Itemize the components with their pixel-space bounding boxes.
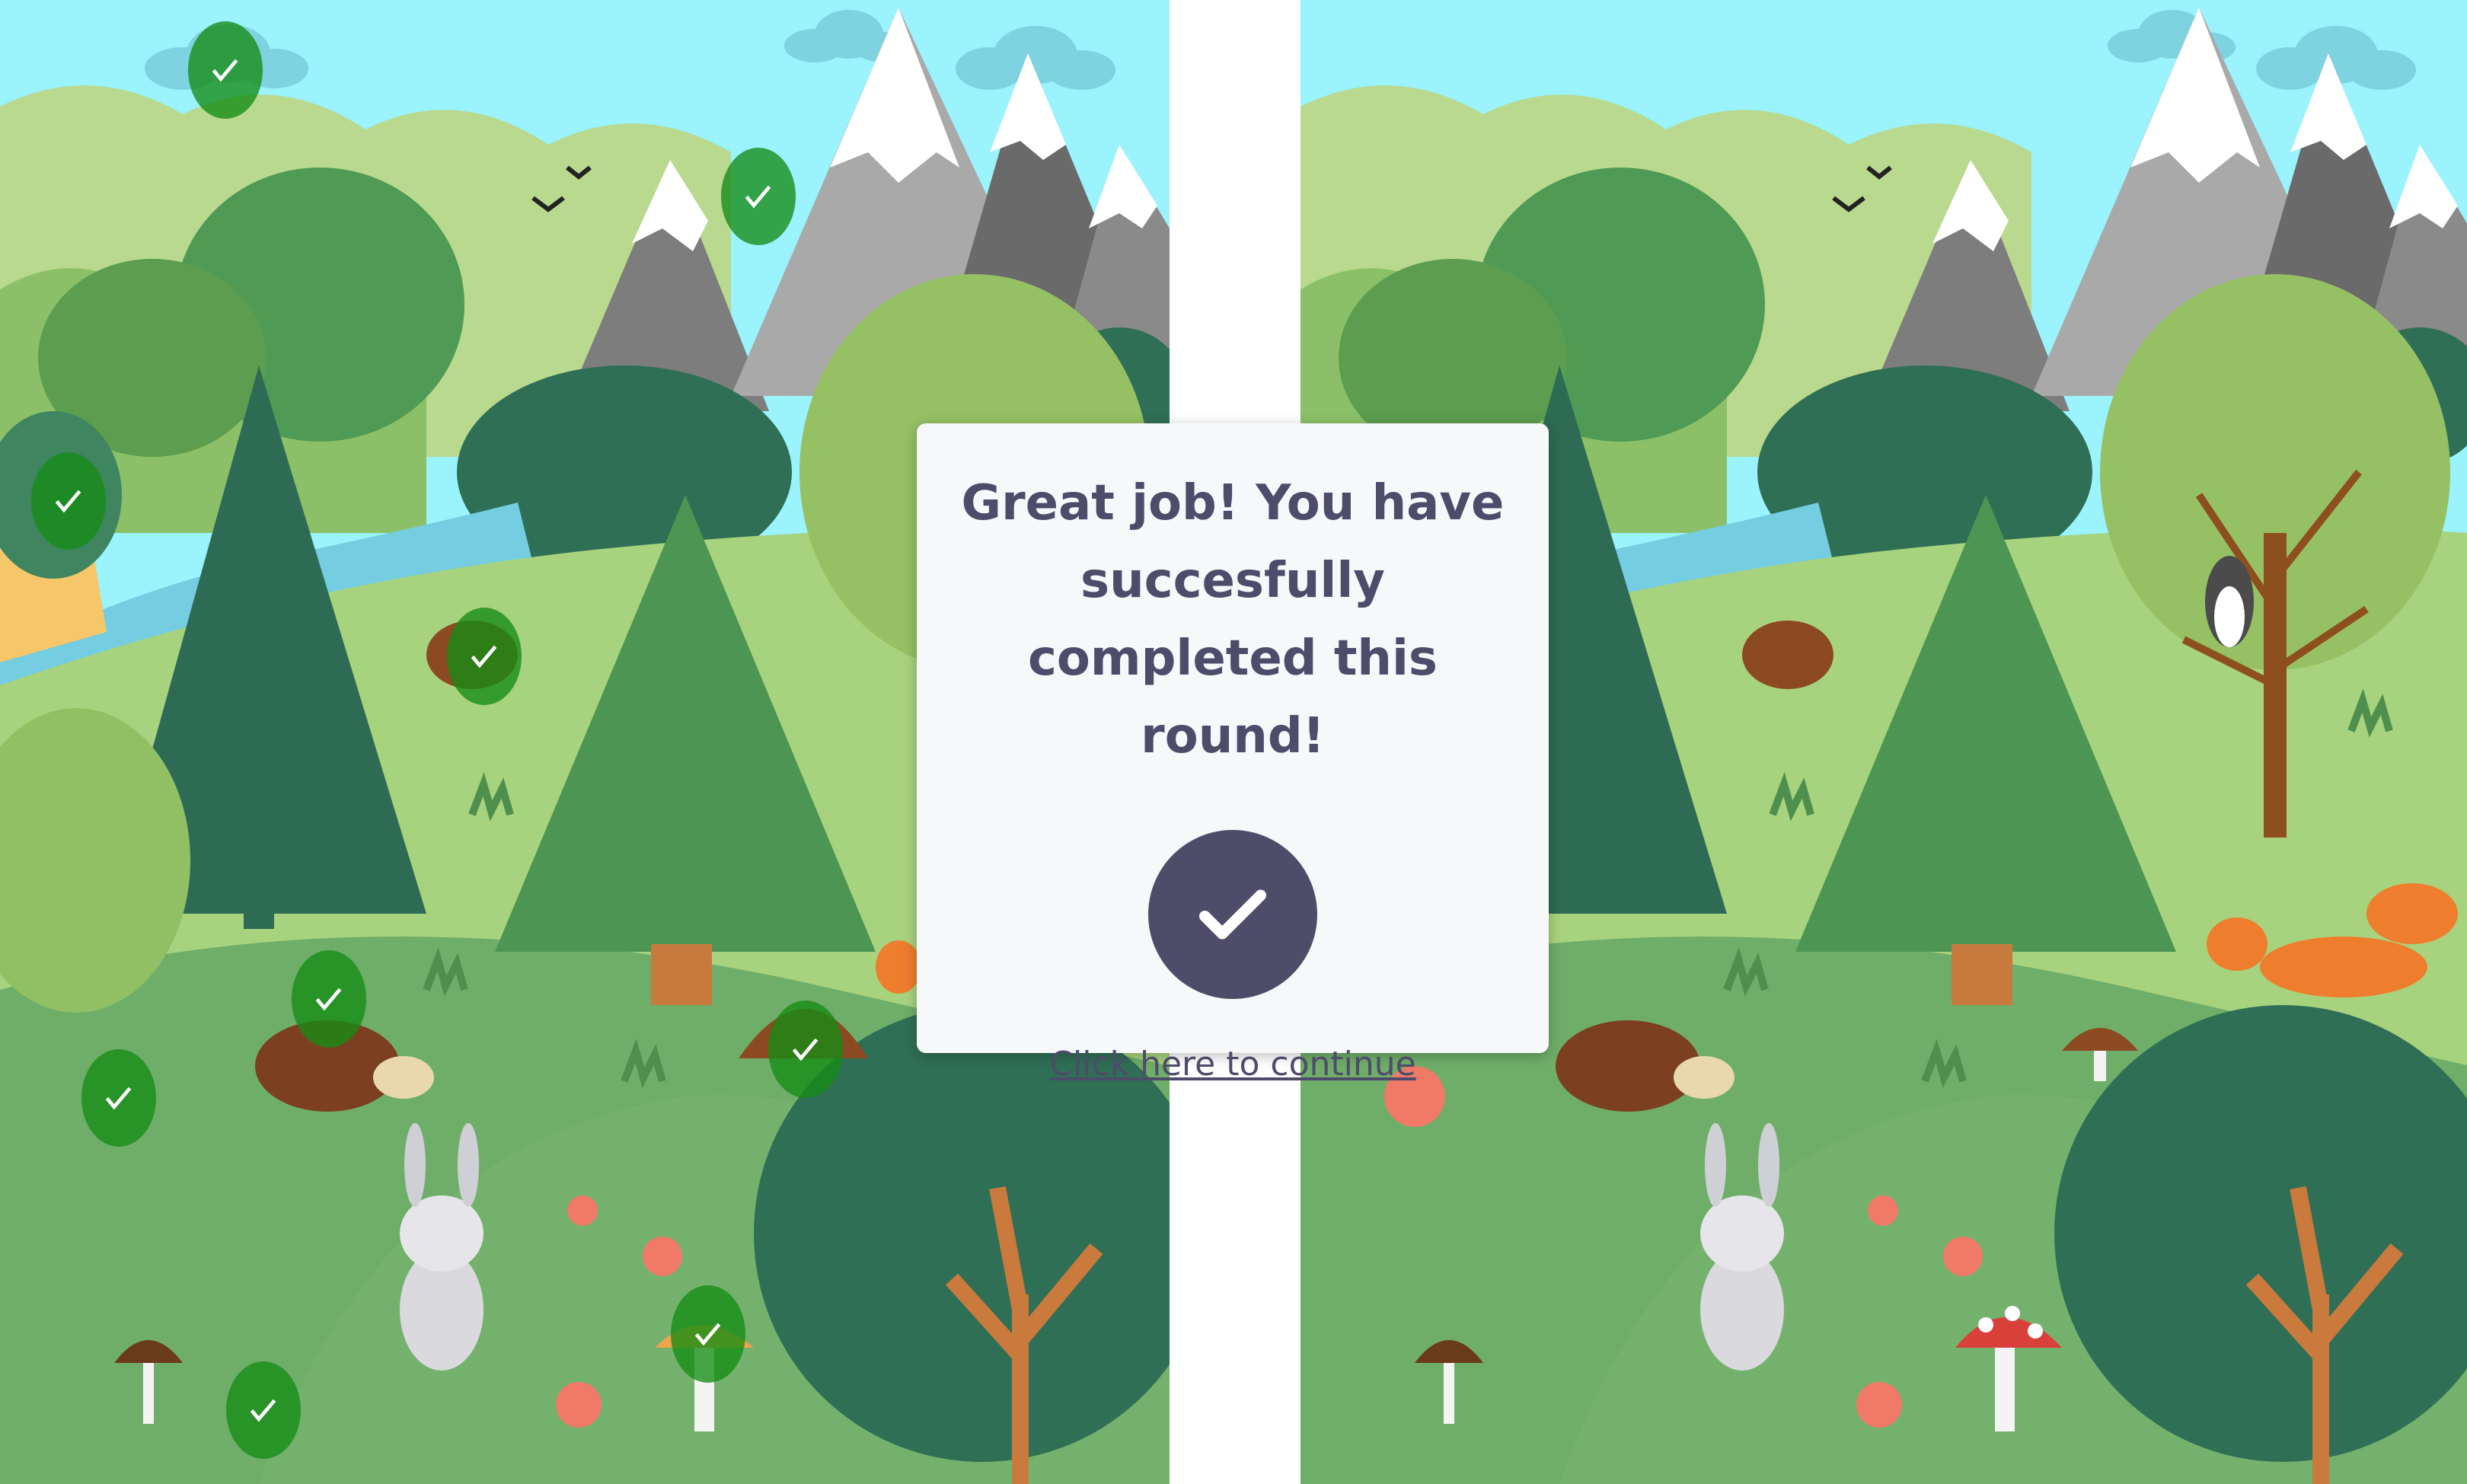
checkmark-icon: [471, 645, 497, 668]
found-marker-7[interactable]: [768, 1001, 843, 1098]
checkmark-icon: [212, 59, 238, 81]
found-marker-9[interactable]: [226, 1361, 301, 1459]
round-complete-dialog: Great job! You have succesfully complete…: [917, 423, 1549, 1083]
checkmark-icon: [106, 1087, 132, 1109]
checkmark-icon: [695, 1323, 721, 1345]
checkmark-icon: [1199, 889, 1266, 940]
found-marker-4[interactable]: [447, 608, 522, 705]
checkmark-icon: [745, 185, 771, 208]
checkmark-icon: [316, 988, 342, 1010]
found-marker-3[interactable]: [31, 452, 106, 550]
checkmark-icon: [793, 1038, 819, 1061]
found-marker-2[interactable]: [721, 148, 796, 245]
checkmark-icon: [251, 1399, 276, 1422]
found-marker-6[interactable]: [81, 1049, 156, 1147]
dialog-message: Great job! You have succesfully complete…: [961, 475, 1505, 764]
spot-the-difference-game: Great job! You have succesfully complete…: [0, 0, 2467, 1484]
found-marker-8[interactable]: [671, 1285, 745, 1383]
found-marker-1[interactable]: [188, 21, 263, 119]
checkmark-icon: [56, 490, 81, 512]
checkmark-circle-icon: [1148, 830, 1317, 999]
found-marker-5[interactable]: [292, 950, 366, 1048]
continue-link[interactable]: Click here to continue: [1049, 1045, 1415, 1083]
